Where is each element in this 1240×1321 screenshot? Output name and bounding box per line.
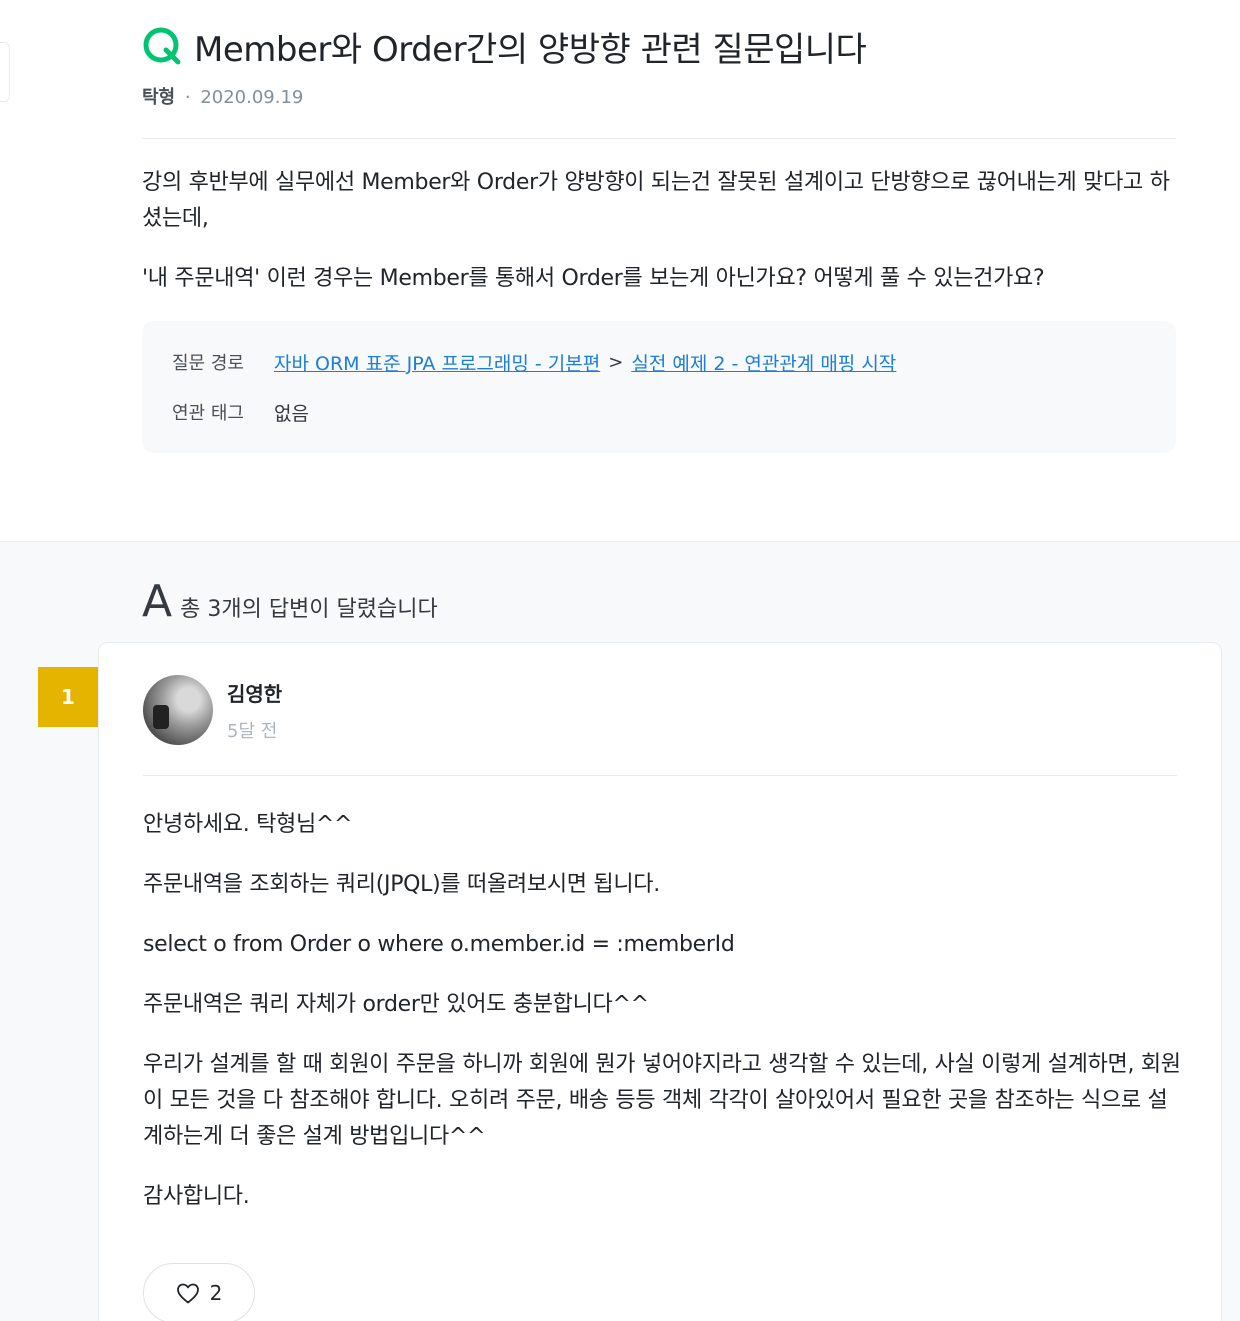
- answer-user-info: 김영한 5달 전: [227, 675, 282, 745]
- question-section: Member와 Order간의 양방향 관련 질문입니다 탁형 · 2020.0…: [142, 0, 1176, 453]
- question-paragraph: 강의 후반부에 실무에선 Member와 Order가 양방향이 되는건 잘못된…: [142, 170, 1170, 231]
- answer-paragraph: 주문내역을 조회하는 쿼리(JPQL)를 떠올려보시면 됩니다.: [143, 872, 660, 897]
- answer-paragraph: 주문내역은 쿼리 자체가 order만 있어도 충분합니다^^: [143, 992, 649, 1017]
- question-author[interactable]: 탁형: [142, 87, 175, 108]
- answer-paragraph: select o from Order o where o.member.id …: [143, 932, 735, 957]
- lecture-link[interactable]: 실전 예제 2 - 연관관계 매핑 시작: [631, 349, 896, 376]
- question-body: 강의 후반부에 실무에선 Member와 Order가 양방향이 되는건 잘못된…: [142, 165, 1176, 297]
- answer-user: 김영한 5달 전: [143, 675, 282, 745]
- answer-divider: [143, 775, 1177, 776]
- question-date: 2020.09.19: [200, 87, 304, 108]
- question-divider: [142, 138, 1176, 139]
- answer-time: 5달 전: [227, 721, 278, 742]
- answer-card: 김영한 5달 전 안녕하세요. 탁형님^^ 주문내역을 조회하는 쿼리(JPQL…: [98, 642, 1222, 1321]
- meta-separator: ·: [184, 87, 191, 108]
- answer-paragraph: 안녕하세요. 탁형님^^: [143, 812, 353, 837]
- chevron-right-icon: >: [608, 351, 624, 373]
- path-label: 질문 경로: [172, 353, 244, 374]
- question-path-row: 질문 경로 자바 ORM 표준 JPA 프로그래밍 - 기본편 > 실전 예제 …: [172, 345, 1146, 379]
- tags-value: 없음: [274, 402, 309, 425]
- tags-label: 연관 태그: [172, 403, 244, 424]
- answer-rank-badge: 1: [38, 667, 98, 727]
- course-link[interactable]: 자바 ORM 표준 JPA 프로그래밍 - 기본편: [274, 349, 600, 376]
- answers-header: A 총 3개의 답변이 달렸습니다: [142, 578, 438, 626]
- answer-letter-icon: A: [142, 576, 173, 627]
- answers-section: A 총 3개의 답변이 달렸습니다 1 김영한 5달 전 안녕하세요. 탁형님^…: [0, 541, 1240, 1321]
- like-button[interactable]: 2: [143, 1263, 255, 1321]
- answer-body: 안녕하세요. 탁형님^^ 주문내역을 조회하는 쿼리(JPQL)를 떠올려보시면…: [143, 807, 1183, 1239]
- q-icon: [143, 27, 181, 65]
- answer-author[interactable]: 김영한: [227, 679, 282, 709]
- question-meta: 탁형 · 2020.09.19: [142, 86, 1176, 110]
- question-tags-row: 연관 태그 없음: [172, 395, 1146, 429]
- question-info-box: 질문 경로 자바 ORM 표준 JPA 프로그래밍 - 기본편 > 실전 예제 …: [142, 321, 1176, 453]
- left-panel-edge: [0, 42, 10, 102]
- answer-paragraph: 우리가 설계를 할 때 회원이 주문을 하니까 회원에 뭔가 넣어야지라고 생각…: [143, 1052, 1181, 1149]
- question-header: Member와 Order간의 양방향 관련 질문입니다: [142, 26, 1176, 70]
- answer-paragraph: 감사합니다.: [143, 1184, 250, 1209]
- like-count: 2: [209, 1281, 223, 1305]
- question-title: Member와 Order간의 양방향 관련 질문입니다: [194, 29, 867, 70]
- answers-count: 총 3개의 답변이 달렸습니다: [180, 597, 438, 622]
- question-paragraph: '내 주문내역' 이런 경우는 Member를 통해서 Order를 보는게 아…: [142, 266, 1045, 291]
- heart-icon: [176, 1283, 199, 1304]
- avatar[interactable]: [143, 675, 213, 745]
